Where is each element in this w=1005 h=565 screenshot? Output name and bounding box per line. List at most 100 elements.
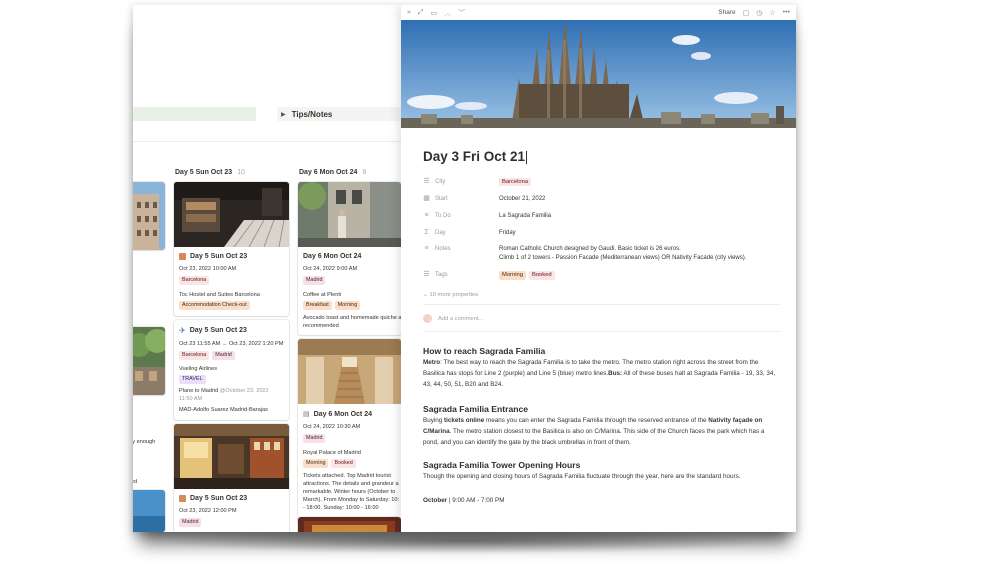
card-note: attractions. The details and grandeur a [303, 481, 399, 487]
property-value[interactable]: Barcelona [499, 178, 532, 187]
card-tags: Madrid [303, 276, 401, 285]
card-tags: Madrid [303, 434, 401, 443]
peek-mode-icon[interactable]: ▭ [431, 9, 438, 17]
airplane-icon: ✈ [179, 326, 186, 335]
column-title: Day 5 Sun Oct 23 [175, 169, 233, 176]
expand-icon[interactable]: ⤢ [418, 9, 424, 17]
card-text: Royal Palace of Madrid [303, 450, 361, 456]
card-partial[interactable] [298, 517, 401, 532]
chevron-down-icon[interactable]: ﹀ [458, 8, 465, 18]
property-value[interactable]: Roman Catholic Church designed by Gaudi.… [499, 245, 746, 263]
paragraph-how-to-reach: Metro: The best way to reach the Sagrada… [423, 358, 781, 390]
tag: Booked [528, 271, 555, 280]
notes-line: Roman Catholic Church designed by Gaudi.… [499, 246, 681, 252]
more-properties-toggle[interactable]: ⌄ 10 more properties [423, 292, 478, 298]
card-title: Day 5 Sun Oct 23 [179, 253, 287, 260]
property-value[interactable]: Morning Booked [499, 271, 555, 280]
card-text: Toc Hostel and Suites Barcelona [179, 292, 260, 298]
house-icon [179, 495, 186, 502]
clipped-card-2[interactable] [133, 327, 165, 395]
bold-text: October [423, 497, 448, 504]
property-label: City [435, 178, 446, 185]
heading-entrance: Sagrada Familia Entrance [423, 404, 529, 414]
clipped-card-3[interactable] [133, 490, 165, 532]
column-header-day5[interactable]: Day 5 Sun Oct 23 10 [175, 169, 245, 176]
card-title: ✈ Day 5 Sun Oct 23 [179, 326, 287, 335]
page-title[interactable]: Day 3 Fri Oct 21 [423, 149, 528, 164]
toggle-triangle-icon[interactable]: ▶ [281, 111, 286, 118]
card-tags: Accommodation Check-out [179, 301, 287, 310]
card-title: Day 5 Sun Oct 23 [179, 495, 287, 502]
tag: Madrid [179, 518, 202, 527]
property-label: Start [435, 195, 448, 202]
share-button[interactable]: Share [718, 9, 735, 16]
star-icon[interactable]: ☆ [769, 9, 775, 17]
card-royal-palace[interactable]: ▤ Day 6 Mon Oct 24 Oct 24, 2022 10:30 AM … [298, 339, 401, 523]
card-date: Oct 24, 2022 9:00 AM [303, 266, 358, 272]
hostel-photo [174, 182, 289, 247]
property-name: ☰ Tags [423, 271, 499, 278]
property-city[interactable]: ☰ City Barcelona [423, 178, 532, 187]
text-caret [526, 150, 528, 164]
card-text: Coffee at Plenti [303, 292, 342, 298]
chevron-up-icon[interactable]: ︿ [444, 8, 451, 18]
property-name: Σ Day [423, 229, 499, 236]
comment-placeholder: Add a comment... [438, 315, 484, 322]
card-hostel-checkout[interactable]: Day 5 Sun Oct 23 Oct 23, 2022 10:00 AM B… [174, 182, 289, 316]
board-group-row[interactable] [133, 107, 256, 121]
property-notes[interactable]: ≡ Notes Roman Catholic Church designed by… [423, 245, 746, 263]
cover-image-sagrada-familia[interactable] [401, 20, 796, 128]
bold-text: Bus: [608, 369, 623, 377]
topbar-right: Share ▢ ◷ ☆ ••• [718, 9, 790, 17]
tips-notes-toggle[interactable]: ▶ Tips/Notes [277, 107, 401, 121]
comment-icon[interactable]: ▢ [743, 9, 750, 17]
street-photo [133, 327, 165, 395]
card-text: Vueling Airlines [179, 366, 218, 372]
card-madrid-noon[interactable]: Day 5 Sun Oct 23 Oct 23, 2022 12:00 PM M… [174, 424, 289, 532]
topbar-left: » ⤢ ▭ ︿ ﹀ [407, 8, 465, 18]
property-todo[interactable]: ≡ To Do La Sagrada Familia [423, 212, 551, 221]
page-title-text: Day 3 Fri Oct 21 [423, 149, 526, 164]
page-peek: » ⤢ ▭ ︿ ﹀ Share ▢ ◷ ☆ ••• Day 3 Fri Oct … [401, 5, 796, 532]
property-value[interactable]: Friday [499, 229, 516, 238]
card-note: - 18:00. Sunday: 10:00 - 16:00 [303, 505, 379, 511]
close-peek-icon[interactable]: » [407, 9, 411, 16]
property-label: Tags [435, 271, 448, 278]
tag: Barcelona [179, 276, 210, 285]
tag: Morning [303, 459, 329, 468]
card-date: Oct 23, 2022 10:00 AM [179, 266, 237, 272]
card-tags: TRAVEL [179, 375, 287, 384]
property-label: Notes [435, 245, 451, 252]
clipped-text-2: ed [133, 479, 138, 485]
property-start[interactable]: ▦ Start October 21, 2022 [423, 195, 545, 204]
clock-icon[interactable]: ◷ [756, 9, 762, 17]
property-label: To Do [435, 212, 451, 219]
tag: Madrid [212, 351, 235, 360]
page-topbar: » ⤢ ▭ ︿ ﹀ Share ▢ ◷ ☆ ••• [401, 5, 796, 20]
card-title-text: Day 5 Sun Oct 23 [189, 327, 247, 334]
card-coffee-plenti[interactable]: Day 6 Mon Oct 24 Oct 24, 2022 9:00 AM Ma… [298, 182, 401, 335]
card-flight-madrid[interactable]: ✈ Day 5 Sun Oct 23 Oct 23 11:55 AM → Oct … [174, 320, 289, 420]
property-value[interactable]: La Sagrada Familia [499, 212, 551, 221]
paragraph-opening-hours: Though the opening and closing hours of … [423, 473, 741, 480]
interior-photo [174, 424, 289, 489]
house-icon [179, 253, 186, 260]
card-title-text: Day 6 Mon Oct 24 [313, 410, 372, 418]
column-count: 8 [362, 169, 367, 176]
more-properties-label: 10 more properties [429, 292, 479, 298]
card-mention[interactable]: @October 23, 2022 [220, 388, 269, 394]
tag: Breakfast [303, 301, 332, 310]
column-header-day6[interactable]: Day 6 Mon Oct 24 8 [299, 169, 366, 176]
property-day[interactable]: Σ Day Friday [423, 229, 516, 238]
card-title-text: Day 5 Sun Oct 23 [190, 253, 248, 260]
clipped-card-1[interactable] [133, 182, 165, 250]
formula-icon: Σ [424, 229, 429, 236]
toggle-label: Tips/Notes [291, 109, 333, 119]
building-photo [133, 182, 165, 250]
more-icon[interactable]: ••• [783, 9, 790, 16]
street-cafe-photo [298, 182, 401, 247]
property-tags[interactable]: ☰ Tags Morning Booked [423, 271, 555, 280]
card-date: Oct 23, 2022 12:00 PM [179, 508, 237, 514]
property-value[interactable]: October 21, 2022 [499, 195, 545, 204]
comment-input[interactable]: Add a comment... [423, 314, 483, 323]
